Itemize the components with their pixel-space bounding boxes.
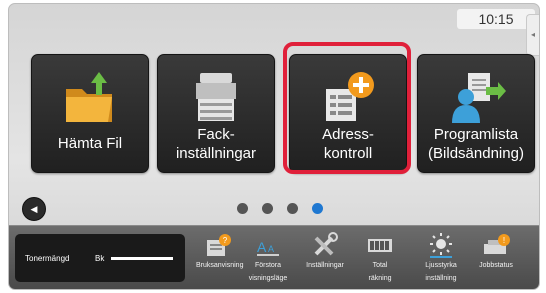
system-item-label: Inställningar	[306, 262, 344, 269]
previous-page-button[interactable]: ◀	[22, 197, 46, 221]
tile-label: Programlista (Bildsändning)	[428, 126, 524, 162]
system-item-label: Jobbstatus	[479, 262, 513, 269]
clock: 10:15	[457, 9, 535, 29]
tile-programlista[interactable]: Programlista (Bildsändning)	[417, 54, 535, 173]
toner-color: Bk	[95, 254, 105, 263]
enlarge-text-icon: A A	[257, 239, 279, 256]
system-item-label: Förstora visningsläge	[248, 262, 288, 282]
side-panel-tab[interactable]: ◂	[526, 14, 539, 56]
selection-highlight	[283, 42, 411, 174]
page-dot[interactable]	[262, 203, 273, 214]
system-item-forstora[interactable]: A A Förstora visningsläge	[246, 232, 290, 285]
printer-icon	[196, 73, 236, 121]
system-item-label: Ljusstyrka inställning	[425, 262, 457, 282]
tile-fack-installningar[interactable]: Fack- inställningar	[157, 54, 275, 173]
toner-level-bar	[111, 257, 173, 260]
toner-gauge: Tonermängd Bk	[15, 234, 185, 282]
tile-hamta-fil[interactable]: Hämta Fil	[31, 54, 149, 173]
system-item-jobbstatus[interactable]: ! Jobbstatus	[474, 232, 518, 272]
system-item-installningar[interactable]: Inställningar	[303, 232, 347, 272]
tile-label: Fack- inställningar	[175, 126, 257, 162]
system-item-label: Bruksanvisning	[196, 262, 244, 269]
folder-download-icon	[66, 72, 112, 122]
person-document-send-icon	[452, 73, 506, 123]
system-item-ljusstyrka[interactable]: Ljusstyrka inställning	[419, 232, 463, 285]
page-indicator	[237, 203, 323, 214]
manual-icon: ?	[207, 234, 231, 256]
svg-text:!: !	[503, 236, 505, 245]
system-bar: Tonermängd Bk ? Bruksanvisning A A Först…	[9, 225, 539, 289]
tile-label: Hämta Fil	[57, 135, 123, 152]
toner-label: Tonermängd	[25, 254, 70, 263]
counter-icon	[368, 239, 392, 252]
system-item-bruksanvisning[interactable]: ? Bruksanvisning	[196, 232, 244, 272]
svg-text:A: A	[268, 244, 274, 254]
tools-icon	[314, 232, 338, 256]
job-status-icon: !	[484, 234, 510, 254]
svg-text:?: ?	[223, 236, 228, 245]
page-dot[interactable]	[237, 203, 248, 214]
touch-panel-screen: 10:15 ◂ Hämta Fil Fack- inställningar Ad…	[8, 3, 540, 290]
page-dot[interactable]	[287, 203, 298, 214]
svg-text:A: A	[257, 239, 267, 255]
system-item-label: Total räkning	[368, 262, 392, 282]
page-dot-active[interactable]	[312, 203, 323, 214]
brightness-icon	[430, 233, 452, 258]
system-item-total-rakning[interactable]: Total räkning	[358, 232, 402, 285]
